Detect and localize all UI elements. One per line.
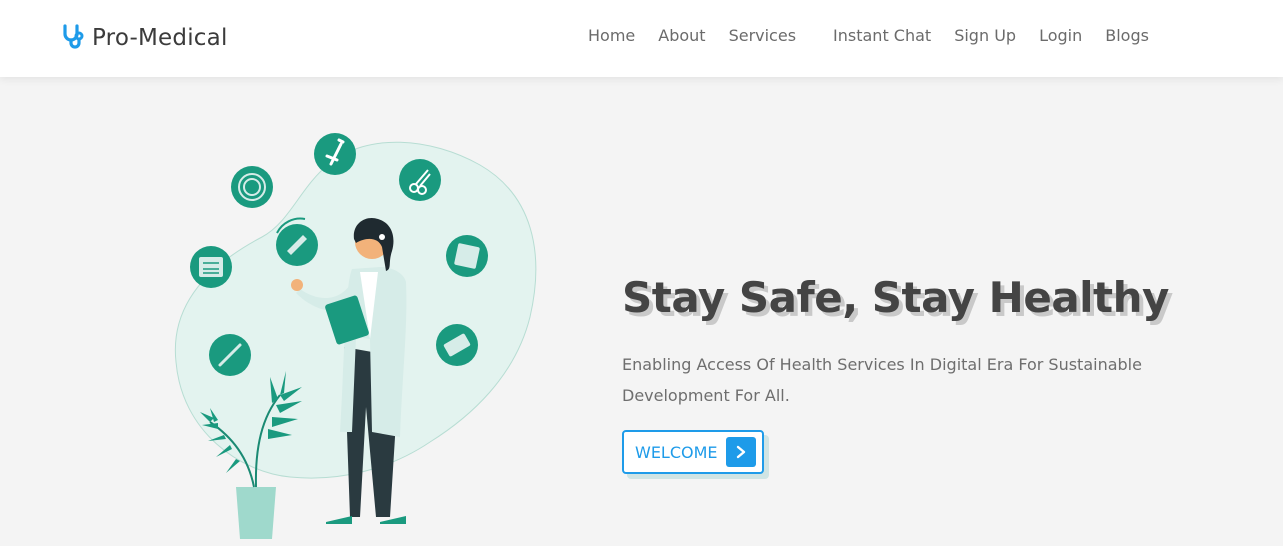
welcome-button[interactable]: WELCOME: [622, 430, 764, 474]
hero-section: Stay Safe, Stay Healthy Enabling Access …: [0, 77, 1283, 546]
hero-title: Stay Safe, Stay Healthy: [622, 273, 1169, 322]
gauze-icon: [446, 235, 488, 277]
nav-instant-chat[interactable]: Instant Chat: [833, 26, 931, 45]
welcome-button-label: WELCOME: [635, 442, 718, 462]
main-nav: Home About Services Instant Chat Sign Up…: [588, 26, 1149, 45]
stethoscope-icon: [60, 22, 88, 54]
welcome-button-wrap: WELCOME: [622, 430, 769, 479]
nav-blogs[interactable]: Blogs: [1105, 26, 1149, 45]
hero-subtitle: Enabling Access Of Health Services In Di…: [622, 355, 1142, 405]
nav-home[interactable]: Home: [588, 26, 635, 45]
brand-name: Pro-Medical: [92, 25, 228, 51]
navbar: Pro-Medical Home About Services Instant …: [0, 0, 1283, 77]
thermometer-icon: [209, 334, 251, 376]
nav-services[interactable]: Services: [729, 26, 796, 45]
chevron-right-icon: [726, 437, 756, 467]
brand-logo[interactable]: Pro-Medical: [60, 22, 228, 54]
nav-login[interactable]: Login: [1039, 26, 1082, 45]
doctor-illustration: [174, 133, 537, 539]
nav-about[interactable]: About: [658, 26, 705, 45]
calendar-icon: [190, 246, 232, 288]
pill-pack-icon: [436, 324, 478, 366]
nav-sign-up[interactable]: Sign Up: [954, 26, 1016, 45]
scissors-icon: [399, 159, 441, 201]
syringe-icon: [314, 133, 356, 175]
medical-badge-pill: [231, 166, 273, 208]
hero-title-wrap: Stay Safe, Stay Healthy: [622, 273, 1169, 322]
